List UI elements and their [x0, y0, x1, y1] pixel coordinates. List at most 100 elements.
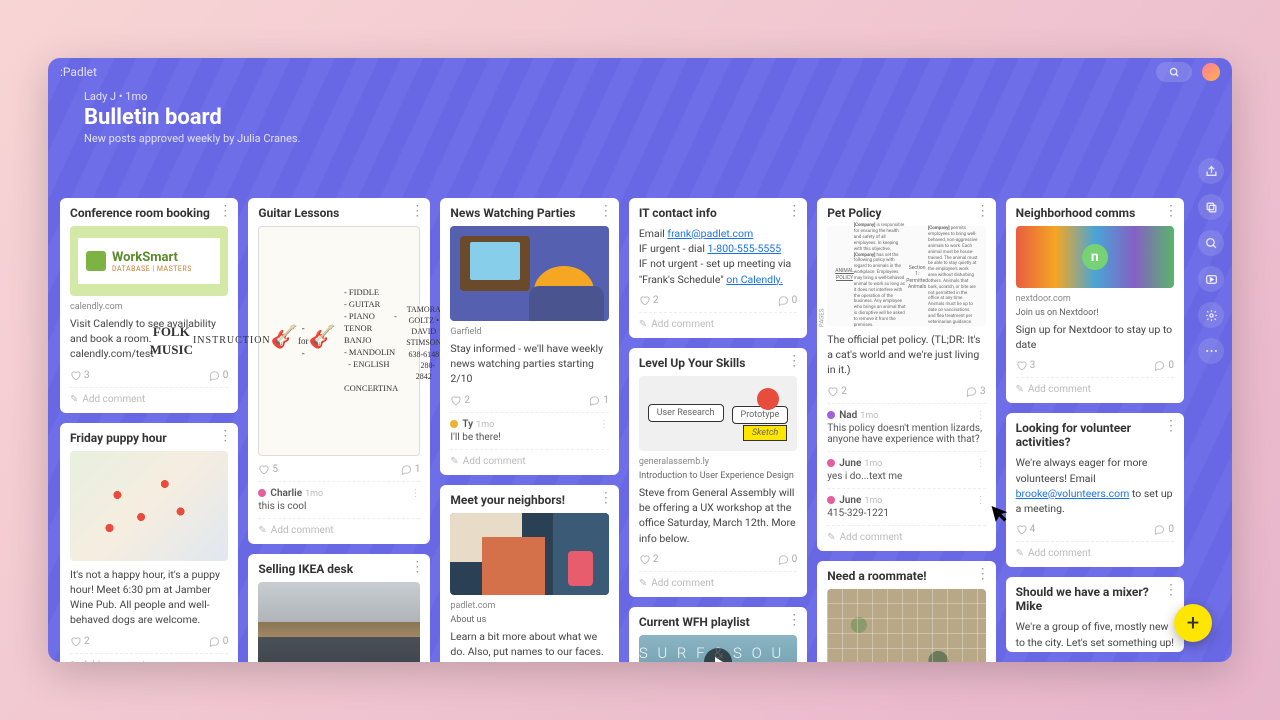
column: ⋮Conference room bookingWorkSmartDATABAS… [60, 198, 238, 652]
comment-meta: 1mo [476, 420, 494, 430]
card-source: Garfield [450, 327, 608, 337]
card-title: Pet Policy [827, 206, 985, 220]
comment-more-icon[interactable]: ⋮ [976, 458, 986, 469]
card-body: Learn a bit more about what we do. Also,… [450, 629, 608, 662]
search-icon[interactable] [1198, 230, 1224, 256]
card-levelup[interactable]: ⋮Level Up Your Skills User Research Prot… [629, 348, 807, 597]
like-button[interactable]: 2 [639, 295, 659, 306]
like-button[interactable]: 4 [1016, 524, 1036, 535]
add-comment-input[interactable]: ✎Add comment [639, 571, 797, 589]
card-more-icon[interactable]: ⋮ [787, 612, 801, 628]
card-conference[interactable]: ⋮Conference room bookingWorkSmartDATABAS… [60, 198, 238, 413]
comment-count-button[interactable]: 3 [966, 386, 986, 397]
card-more-icon[interactable]: ⋮ [218, 203, 232, 219]
comment-count-button[interactable]: 0 [209, 370, 229, 381]
card-volunteer[interactable]: ⋮Looking for volunteer activities? We're … [1006, 413, 1184, 567]
comment-more-icon[interactable]: ⋮ [976, 495, 986, 506]
column: ⋮IT contact infoEmail frank@padlet.comIF… [629, 198, 807, 652]
card-footer: 5 1 [258, 464, 420, 475]
comment-count: 0 [223, 636, 229, 647]
comment: June1mo⋮ 415-329-1221 [827, 488, 985, 519]
user-avatar[interactable] [1202, 63, 1220, 81]
comment-author: June [839, 495, 861, 506]
card-more-icon[interactable]: ⋮ [976, 203, 990, 219]
like-button[interactable]: 5 [258, 464, 278, 475]
card-more-icon[interactable]: ⋮ [787, 203, 801, 219]
comment-meta: 1mo [305, 489, 323, 499]
card-more-icon[interactable]: ⋮ [1164, 203, 1178, 219]
card-more-icon[interactable]: ⋮ [218, 428, 232, 444]
comment: Charlie1mo⋮ this is cool [258, 481, 420, 512]
card-body: We're always eager for more volunteers! … [1016, 455, 1174, 516]
card-it[interactable]: ⋮IT contact infoEmail frank@padlet.comIF… [629, 198, 807, 338]
card-body: It's not a happy hour, it's a puppy hour… [70, 567, 228, 628]
card-news[interactable]: ⋮News Watching Parties GarfieldStay info… [440, 198, 618, 475]
comment-more-icon[interactable]: ⋮ [976, 410, 986, 421]
card-nextdoor[interactable]: ⋮Neighborhood comms n nextdoor.comJoin u… [1006, 198, 1184, 403]
add-comment-input[interactable]: ✎Add comment [1016, 377, 1174, 395]
card-more-icon[interactable]: ⋮ [410, 559, 424, 575]
more-icon[interactable] [1198, 338, 1224, 364]
like-button[interactable]: 3 [70, 370, 90, 381]
search-button[interactable] [1156, 62, 1192, 82]
like-button[interactable]: 2 [639, 554, 659, 565]
add-comment-input[interactable]: ✎Add comment [639, 312, 797, 330]
add-comment-input[interactable]: ✎Add comment [70, 653, 228, 662]
like-count: 2 [84, 636, 90, 647]
card-neighbors[interactable]: ⋮Meet your neighbors! padlet.comAbout us… [440, 485, 618, 662]
card-more-icon[interactable]: ⋮ [1164, 582, 1178, 598]
add-comment-input[interactable]: ✎Add comment [827, 525, 985, 543]
copy-icon[interactable] [1198, 194, 1224, 220]
comment-count-button[interactable]: 0 [778, 554, 798, 565]
comment-count: 0 [1168, 360, 1174, 371]
card-more-icon[interactable]: ⋮ [599, 490, 613, 506]
card-wfh[interactable]: ⋮Current WFH playlist S U R F & S O U L [629, 607, 807, 662]
comment-author: Charlie [270, 488, 302, 499]
card-more-icon[interactable]: ⋮ [410, 203, 424, 219]
card-mixer[interactable]: ⋮Should we have a mixer? MikeWe're a gro… [1006, 577, 1184, 652]
comment-count-button[interactable]: 0 [1154, 524, 1174, 535]
card-pet[interactable]: ⋮Pet Policy ANIMAL POLICY [Company] is r… [817, 198, 995, 551]
like-button[interactable]: 3 [1016, 360, 1036, 371]
comment-count-button[interactable]: 1 [589, 395, 609, 406]
add-comment-input[interactable]: ✎Add comment [1016, 541, 1174, 559]
card-more-icon[interactable]: ⋮ [787, 353, 801, 369]
like-count: 2 [841, 386, 847, 397]
like-button[interactable]: 2 [450, 395, 470, 406]
comment-count-button[interactable]: 0 [1154, 360, 1174, 371]
comment-count: 1 [415, 464, 421, 475]
comment-author: Nad [839, 410, 857, 421]
comment-text: 415-329-1221 [827, 508, 985, 519]
card-more-icon[interactable]: ⋮ [1164, 418, 1178, 434]
comment-count-button[interactable]: 0 [209, 636, 229, 647]
add-comment-input[interactable]: ✎Add comment [450, 449, 608, 467]
card-source: nextdoor.com [1016, 294, 1174, 304]
comment-text: This policy doesn't mention lizards, any… [827, 423, 985, 445]
card-more-icon[interactable]: ⋮ [599, 203, 613, 219]
column: ⋮Neighborhood comms n nextdoor.comJoin u… [1006, 198, 1184, 652]
card-title: Looking for volunteer activities? [1016, 421, 1174, 449]
add-post-fab[interactable]: + [1174, 604, 1212, 642]
comment-more-icon[interactable]: ⋮ [599, 419, 609, 430]
add-comment-input[interactable]: ✎Add comment [70, 387, 228, 405]
comment-more-icon[interactable]: ⋮ [410, 488, 420, 499]
play-icon[interactable] [1198, 266, 1224, 292]
like-button[interactable]: 2 [70, 636, 90, 647]
comment-count-button[interactable]: 1 [401, 464, 421, 475]
settings-icon[interactable] [1198, 302, 1224, 328]
like-button[interactable]: 2 [827, 386, 847, 397]
card-more-icon[interactable]: ⋮ [976, 566, 990, 582]
action-sidebar [1198, 158, 1224, 364]
card-guitar[interactable]: ⋮Guitar Lessons FOLK MUSIC INSTRUCTION 🎸… [248, 198, 430, 544]
header-subtitle: New posts approved weekly by Julia Crane… [84, 132, 1196, 145]
card-subcaption: Join us on Nextdoor! [1016, 308, 1174, 318]
card-body: Stay informed - we'll have weekly news w… [450, 341, 608, 387]
comment-count-button[interactable]: 0 [778, 295, 798, 306]
card-title: Should we have a mixer? Mike [1016, 585, 1174, 613]
like-count: 4 [1030, 524, 1036, 535]
card-puppy[interactable]: ⋮Friday puppy hour It's not a happy hour… [60, 423, 238, 662]
share-icon[interactable] [1198, 158, 1224, 184]
card-ikea[interactable]: ⋮Selling IKEA desk [248, 554, 430, 662]
add-comment-input[interactable]: ✎Add comment [258, 518, 420, 536]
card-roommate[interactable]: ⋮Need a roommate! [817, 561, 995, 662]
